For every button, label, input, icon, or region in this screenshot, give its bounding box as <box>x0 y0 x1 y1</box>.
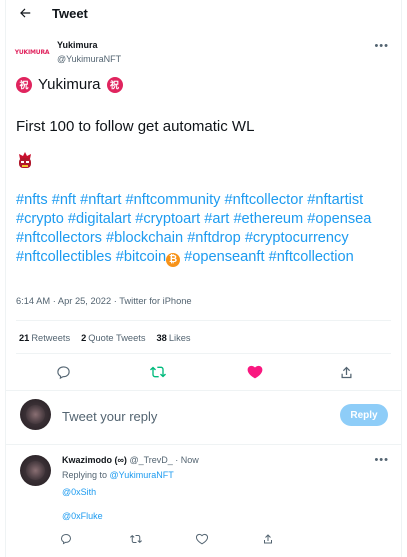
reply-header: Kwazimodo (∞) @_TrevD_ · Now <box>62 455 199 465</box>
mention-link[interactable]: @0xFluke <box>62 511 103 521</box>
hashtag-link[interactable]: #nftart <box>80 192 121 208</box>
reply-time[interactable]: Now <box>181 455 199 465</box>
arrow-left-icon[interactable] <box>15 3 35 23</box>
share-icon[interactable] <box>336 362 356 382</box>
reply-icon[interactable] <box>58 531 74 547</box>
page-header: Tweet <box>6 0 401 26</box>
celebration-emoji-icon: 祝 <box>106 76 123 93</box>
author-logo-text: YUKIMURA <box>14 48 50 56</box>
reply-icon[interactable] <box>53 362 73 382</box>
hashtag-link[interactable]: #nftcollection <box>269 249 354 265</box>
quote-tweets-stat[interactable]: 2 Quote Tweets <box>81 333 145 343</box>
hashtag-link[interactable]: #cryptocurrency <box>245 230 349 246</box>
hashtag-link[interactable]: #opensea <box>307 211 371 227</box>
tweet-column: Tweet YUKIMURA Yukimura @YukimuraNFT •••… <box>5 0 402 557</box>
divider <box>16 353 391 354</box>
tweet-source[interactable]: Twitter for iPhone <box>119 296 191 306</box>
hashtag-link[interactable]: #nftartist <box>307 192 363 208</box>
tweet-meta: 6:14 AM · Apr 25, 2022 · Twitter for iPh… <box>16 296 192 306</box>
hashtag-link[interactable]: #nfts <box>16 192 48 208</box>
reply-tweet: Kwazimodo (∞) @_TrevD_ · Now ••• Replyin… <box>6 449 401 557</box>
hashtag-link[interactable]: #openseanft <box>184 249 264 265</box>
hashtag-link[interactable]: #cryptoart <box>135 211 200 227</box>
avatar[interactable] <box>20 399 51 430</box>
hashtag-link[interactable]: #art <box>204 211 229 227</box>
hashtag-link[interactable]: #bitcoin <box>116 249 166 265</box>
hashtag-link[interactable]: #nftcollector <box>225 192 304 208</box>
hashtag-link[interactable]: #digitalart <box>68 211 131 227</box>
divider <box>16 320 391 321</box>
hashtag-list: #nfts #nft #nftart #nftcommunity #nftcol… <box>16 191 396 267</box>
author-handle[interactable]: @YukimuraNFT <box>57 54 121 64</box>
tweet-date[interactable]: Apr 25, 2022 <box>58 296 111 306</box>
bitcoin-emoji-icon: ₿ <box>166 253 181 267</box>
hashtag-link[interactable]: #crypto <box>16 211 64 227</box>
reply-author-name[interactable]: Kwazimodo (∞) <box>62 455 127 465</box>
hashtag-link[interactable]: #nftcommunity <box>126 192 221 208</box>
reply-button[interactable]: Reply <box>340 404 388 426</box>
retweet-icon[interactable] <box>128 531 144 547</box>
avatar[interactable] <box>20 455 51 486</box>
hashtag-link[interactable]: #nftcollectibles <box>16 249 112 265</box>
hashtag-link[interactable]: #ethereum <box>233 211 303 227</box>
share-icon[interactable] <box>260 531 276 547</box>
reply-composer: Tweet your reply Reply <box>6 397 401 439</box>
tweet-stats: 21 Retweets 2 Quote Tweets 38 Likes <box>19 333 191 343</box>
celebration-emoji-icon: 祝 <box>16 76 32 93</box>
retweet-icon[interactable] <box>148 362 168 382</box>
retweets-stat[interactable]: 21 Retweets <box>19 333 70 343</box>
reply-actions <box>6 531 401 551</box>
like-icon[interactable] <box>245 362 265 382</box>
hashtag-link[interactable]: #nftcollectors <box>16 230 102 246</box>
tweet-actions <box>6 362 401 384</box>
page-title: Tweet <box>52 5 88 21</box>
author-name[interactable]: Yukimura <box>57 40 98 50</box>
display-name: Yukimura <box>38 76 101 93</box>
mention-link[interactable]: @0xSith <box>62 487 96 497</box>
replying-to-link[interactable]: @YukimuraNFT <box>110 470 174 480</box>
tweet-author: YUKIMURA Yukimura @YukimuraNFT ••• <box>6 36 401 70</box>
author-logo[interactable]: YUKIMURA <box>14 40 50 64</box>
tweet-text: First 100 to follow get automatic WL <box>16 118 255 135</box>
likes-stat[interactable]: 38 Likes <box>156 333 190 343</box>
reply-author-handle[interactable]: @_TrevD_ <box>129 455 172 465</box>
tweet-time[interactable]: 6:14 AM <box>16 296 50 306</box>
hashtag-link[interactable]: #nftdrop <box>187 230 241 246</box>
reply-input[interactable]: Tweet your reply <box>62 409 157 424</box>
divider <box>6 444 401 445</box>
ellipsis-icon[interactable]: ••• <box>374 454 389 466</box>
hashtag-link[interactable]: #blockchain <box>106 230 183 246</box>
ellipsis-icon[interactable]: ••• <box>374 40 389 52</box>
samurai-mask-emoji-icon <box>17 152 33 170</box>
like-icon[interactable] <box>194 531 210 547</box>
hashtag-link[interactable]: #nft <box>52 192 76 208</box>
display-name-line: 祝 Yukimura 祝 <box>16 76 123 93</box>
replying-to: Replying to @YukimuraNFT <box>62 470 174 480</box>
divider <box>6 390 401 391</box>
